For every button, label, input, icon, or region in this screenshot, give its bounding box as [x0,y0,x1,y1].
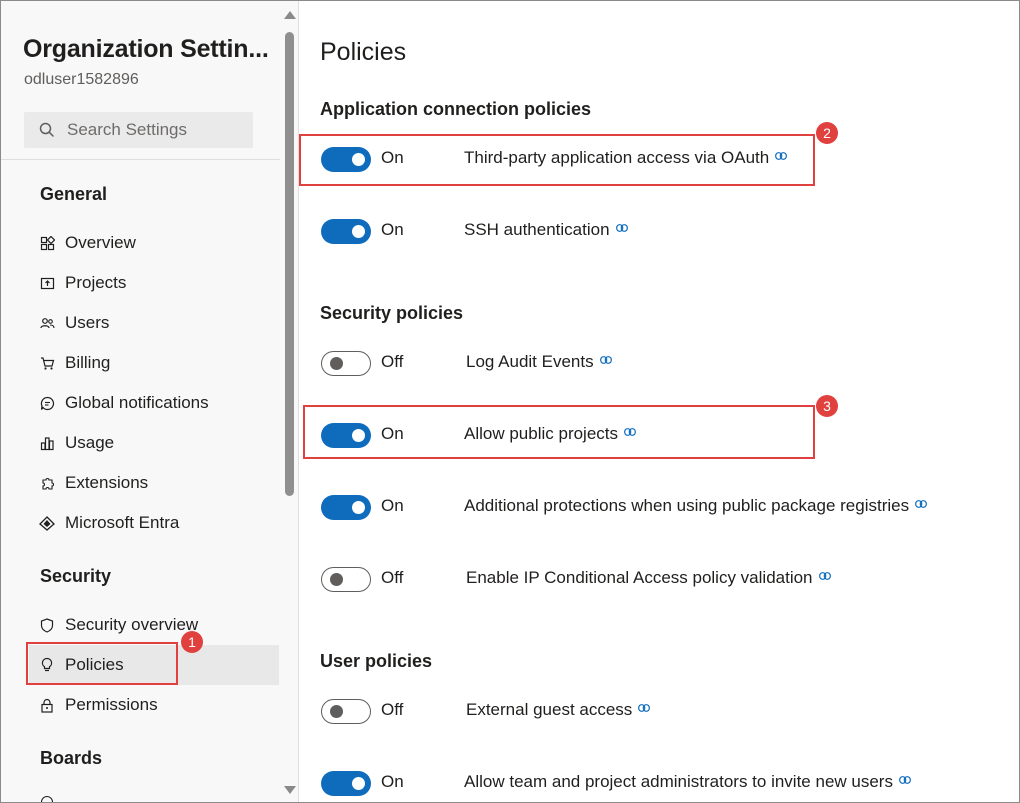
sidebar-item-label: Permissions [65,695,158,714]
policy-label-text: Enable IP Conditional Access policy vali… [466,568,813,587]
toggle-state: Off [381,568,404,587]
usage-icon [39,435,55,451]
toggle-state: On [381,220,404,239]
overview-icon [39,235,55,251]
toggle-package-registries[interactable] [321,495,371,520]
chat-icon [39,395,55,411]
sidebar-divider [1,159,280,160]
policy-label-audit: Log Audit Events [466,352,612,372]
toggle-knob [352,225,365,238]
sidebar-item-label: Security overview [65,615,199,634]
policy-label-text: Additional protections when using public… [464,496,910,515]
link-icon[interactable] [915,499,928,508]
policy-label-text: Log Audit Events [466,352,594,371]
policy-row-invite-users: On Allow team and project administrators… [321,769,1001,799]
policies-panel: Policies Application connection policies… [299,1,1019,802]
toggle-ip-conditional[interactable] [321,567,371,592]
link-icon[interactable] [818,571,831,580]
policy-label-text: External guest access [466,700,633,719]
sidebar-item-extensions[interactable]: Extensions [29,463,279,503]
sidebar-item-usage[interactable]: Usage [29,423,279,463]
sidebar-item-security-overview[interactable]: Security overview [29,605,279,645]
projects-icon [39,275,55,291]
toggle-audit[interactable] [321,351,371,376]
section-boards: Boards [40,748,103,768]
app-window: Organization Settin... odluser1582896 Ge… [0,0,1020,803]
policy-row-ip-conditional: Off Enable IP Conditional Access policy … [321,565,1001,595]
toggle-knob [330,573,343,586]
toggle-knob [330,357,343,370]
sidebar-item-permissions[interactable]: Permissions [29,685,279,725]
org-title: Organization Settin... [23,35,269,63]
lock-icon [39,697,55,713]
annotation-badge-1: 1 [181,631,203,653]
sidebar-scrollbar[interactable] [280,1,299,802]
puzzle-icon [39,475,55,491]
toggle-knob [352,501,365,514]
annotation-badge-3: 3 [816,395,838,417]
policy-label-ssh: SSH authentication [464,220,628,240]
toggle-ssh[interactable] [321,219,371,244]
scroll-up-arrow-icon[interactable] [284,11,296,19]
entra-icon [39,515,55,531]
section-general: General [40,184,108,204]
scroll-down-arrow-icon[interactable] [284,786,296,794]
policy-label-text: Allow team and project administrators to… [464,772,893,791]
policy-label-ip-conditional: Enable IP Conditional Access policy vali… [466,568,831,588]
annotation-box-3 [303,405,815,459]
annotation-badge-2: 2 [816,122,838,144]
search-input[interactable] [67,118,247,142]
search-icon [39,122,54,137]
settings-sidebar: Organization Settin... odluser1582896 Ge… [1,1,280,802]
link-icon[interactable] [599,355,612,364]
users-icon [39,315,55,331]
group-title-application: Application connection policies [320,99,592,119]
sidebar-item-label: Microsoft Entra [65,513,180,532]
sidebar-item-projects[interactable]: Projects [29,263,279,303]
group-title-security: Security policies [320,303,464,323]
sidebar-item-users[interactable]: Users [29,303,279,343]
annotation-box-2 [299,134,815,186]
toggle-state: Off [381,352,404,371]
sidebar-item-label: Billing [65,353,111,372]
sidebar-item-label: Projects [65,273,127,292]
sidebar-item-microsoft-entra[interactable]: Microsoft Entra [29,503,279,543]
toggle-state: Off [381,700,404,719]
policy-label-package-registries: Additional protections when using public… [464,496,928,516]
link-icon[interactable] [615,223,628,232]
sidebar-item-label: Overview [65,233,136,252]
section-security: Security [40,566,112,586]
policy-label-invite-users: Allow team and project administrators to… [464,772,911,792]
policy-label-guest-access: External guest access [466,700,651,720]
policy-row-ssh: On SSH authentication [321,217,1001,247]
group-title-user: User policies [320,651,433,671]
policy-row-audit: Off Log Audit Events [321,349,1001,379]
toggle-invite-users[interactable] [321,771,371,796]
sidebar-item-label: Usage [65,433,115,452]
scroll-thumb[interactable] [285,32,294,496]
search-settings-box[interactable] [24,112,253,148]
policy-label-text: SSH authentication [464,220,610,239]
boards-item-icon [41,796,53,802]
toggle-guest-access[interactable] [321,699,371,724]
org-user: odluser1582896 [24,71,139,88]
sidebar-item-label: Extensions [65,473,149,492]
sidebar-item-overview[interactable]: Overview [29,223,279,263]
annotation-box-1 [26,642,178,685]
sidebar-item-label: Users [65,313,110,332]
link-icon[interactable] [638,703,651,712]
sidebar-item-global-notifications[interactable]: Global notifications [29,383,279,423]
policy-row-package-registries: On Additional protections when using pub… [321,493,1001,523]
toggle-knob [352,777,365,790]
page-title: Policies [320,38,407,66]
link-icon[interactable] [899,775,911,784]
toggle-state: On [381,496,404,515]
shield-icon [39,617,55,633]
toggle-knob [330,705,343,718]
sidebar-item-billing[interactable]: Billing [29,343,279,383]
policy-row-guest-access: Off External guest access [321,697,1001,727]
toggle-state: On [381,772,404,791]
cart-icon [39,355,55,371]
sidebar-item-label: Global notifications [65,393,209,412]
